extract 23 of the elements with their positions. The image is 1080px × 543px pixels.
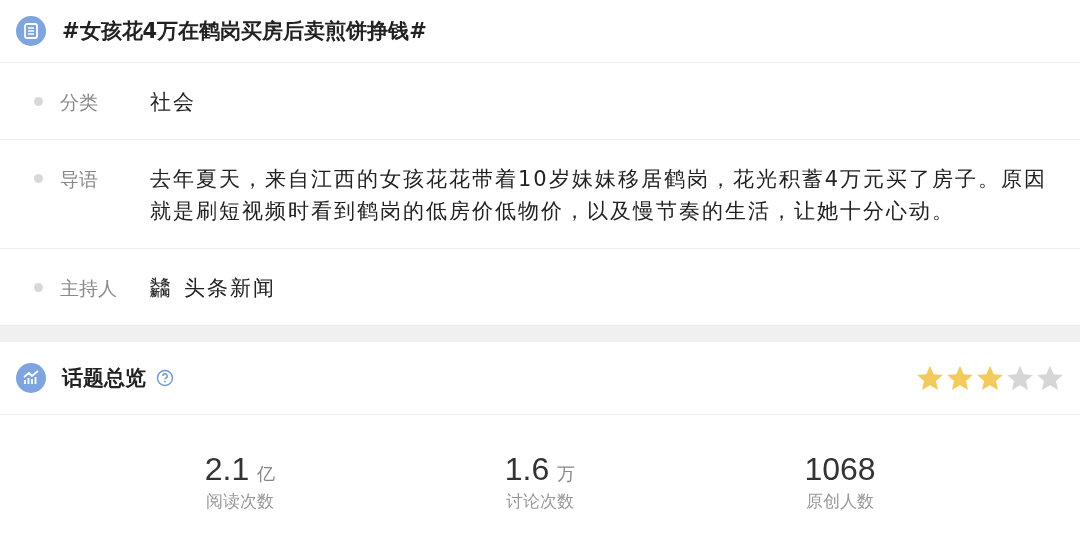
section-title: 话题总览 — [62, 365, 146, 392]
field-label: 分类 — [60, 90, 99, 115]
stat-value: 1068 — [804, 451, 876, 488]
list-icon — [16, 16, 46, 46]
bullet-icon — [34, 283, 43, 292]
stat-label: 阅读次数 — [206, 490, 274, 513]
field-label: 导语 — [60, 167, 99, 192]
chart-icon — [16, 363, 46, 393]
field-value: 社会 — [150, 89, 196, 116]
stat-label: 讨论次数 — [506, 490, 574, 513]
stat-unit: 万 — [557, 462, 576, 486]
stat-label: 原创人数 — [806, 490, 874, 513]
field-label: 主持人 — [60, 276, 118, 301]
help-icon[interactable] — [156, 369, 174, 387]
stat-value: 1.6 — [504, 451, 550, 488]
host-logo: 头条 新闻 — [150, 278, 171, 298]
bullet-icon — [34, 174, 43, 183]
stat-unit: 亿 — [257, 462, 276, 486]
field-value: 去年夏天，来自江西的女孩花花带着10岁妹妹移居鹤岗，花光积蓄4万元买了房子。原因就是刷短视频时看到鹤岗的低房价低物价，以及慢节奏的生活，让她十分心动。 — [150, 166, 1049, 225]
host-name[interactable]: 头条新闻 — [184, 272, 276, 304]
bullet-icon — [34, 97, 43, 106]
topic-title: #女孩花4万在鹤岗买房后卖煎饼挣钱# — [62, 18, 427, 45]
stat-value: 2.1 — [204, 451, 250, 488]
